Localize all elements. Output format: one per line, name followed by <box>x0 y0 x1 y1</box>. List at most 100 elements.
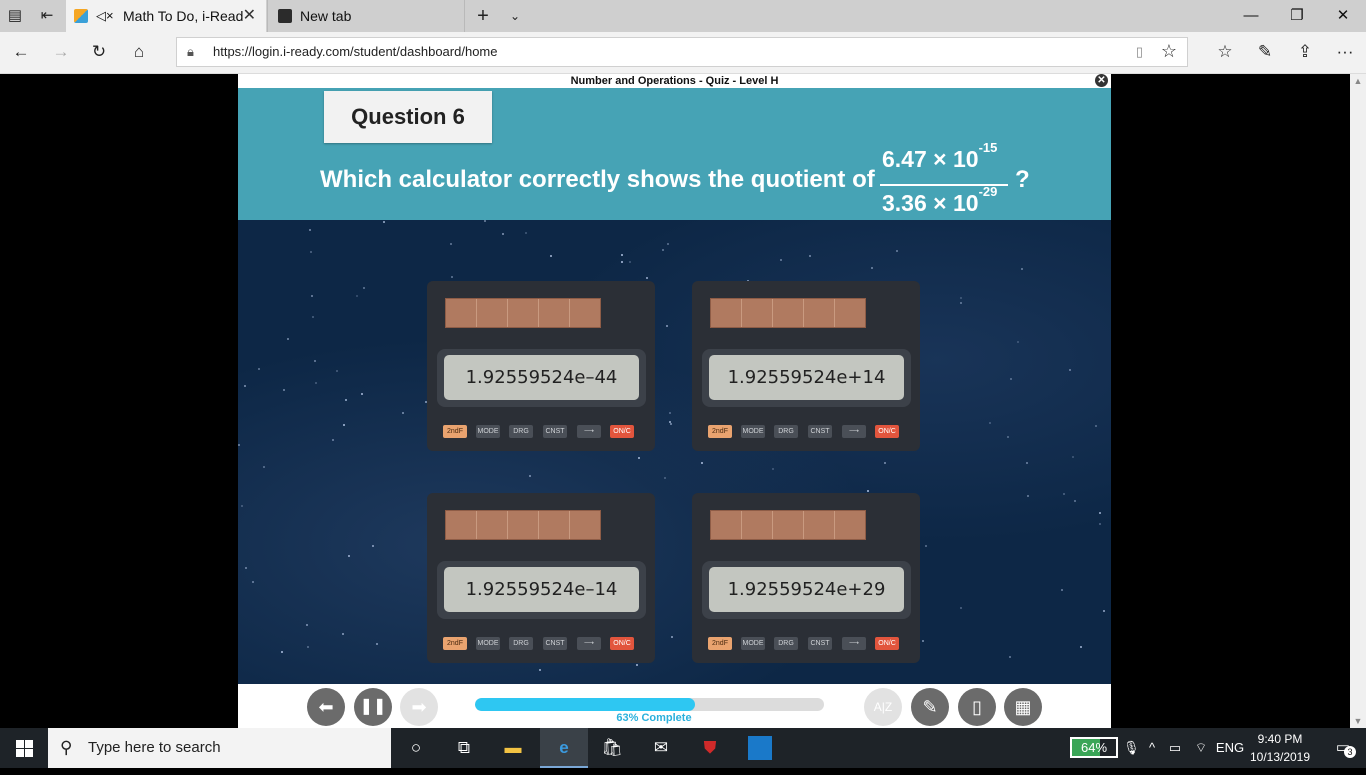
star-dot <box>1009 656 1011 658</box>
star-dot <box>960 302 962 304</box>
close-icon[interactable]: ✕ <box>1320 0 1366 32</box>
tab-actions-icon[interactable]: ▤ <box>4 6 26 26</box>
system-clock[interactable]: 9:40 PM 10/13/2019 <box>1238 730 1322 766</box>
calculator-display: 1.92559524e+14 <box>709 355 904 400</box>
speaker-muted-icon[interactable]: ◁× <box>96 0 114 23</box>
calculator-choice-d[interactable]: 1.92559524e+29 2ndF MODE DRG CNST ⟶ ON/C <box>692 493 920 663</box>
star-dot <box>1069 369 1071 371</box>
key-mode: MODE <box>741 425 765 438</box>
calculator-keys: 2ndF MODE DRG CNST ⟶ ON/C <box>708 637 908 651</box>
restore-icon[interactable]: ❐ <box>1274 0 1320 32</box>
calculator-screen-frame: 1.92559524e–14 <box>437 561 646 619</box>
plus-icon[interactable]: + <box>472 6 494 26</box>
star-dot <box>342 633 344 635</box>
answer-area: 1.92559524e–44 2ndF MODE DRG CNST ⟶ ON/C… <box>238 220 1111 684</box>
set-aside-tabs-icon[interactable]: ⇤ <box>36 6 58 26</box>
calculator-choice-c[interactable]: 1.92559524e–14 2ndF MODE DRG CNST ⟶ ON/C <box>427 493 655 663</box>
chevron-down-icon[interactable]: ⌄ <box>504 6 526 26</box>
iready-favicon-icon <box>74 9 88 23</box>
browser-tab-bar: ▤ ⇤ ◁× Math To Do, i-Read ✕ New tab + ⌄ … <box>0 0 1366 32</box>
quiz-title-text: Number and Operations - Quiz - Level H <box>570 75 779 87</box>
store-icon[interactable]: 🛍︎ <box>588 728 636 768</box>
pause-icon[interactable]: ❚❚ <box>354 688 392 726</box>
chevron-up-icon[interactable]: ^ <box>1143 728 1161 768</box>
star-dot <box>925 545 927 547</box>
file-explorer-icon[interactable]: ▬ <box>489 728 537 768</box>
star-dot <box>1007 436 1009 438</box>
key-drg: DRG <box>774 425 798 438</box>
more-icon[interactable]: ··· <box>1332 40 1358 64</box>
page-scrollbar[interactable]: ▲ ▼ <box>1350 74 1366 728</box>
star-dot <box>525 232 527 234</box>
arrow-left-icon[interactable]: ← <box>8 40 34 64</box>
wifi-icon[interactable]: ⌔ <box>1190 728 1212 768</box>
star-dot <box>1027 495 1029 497</box>
star-dot <box>896 250 898 252</box>
star-dot <box>1021 268 1023 270</box>
glossary-icon[interactable]: A|Z <box>864 688 902 726</box>
calculator-choice-b[interactable]: 1.92559524e+14 2ndF MODE DRG CNST ⟶ ON/C <box>692 281 920 451</box>
page-content: Number and Operations - Quiz - Level H ✕… <box>0 74 1350 728</box>
star-dot <box>638 457 640 459</box>
mcafee-icon[interactable]: ⛊ <box>686 728 734 768</box>
app-icon[interactable] <box>736 728 784 768</box>
scroll-up-icon[interactable]: ▲ <box>1350 76 1366 86</box>
pencil-icon[interactable]: ✎ <box>911 688 949 726</box>
key-on-clear: ON/C <box>610 637 634 650</box>
scroll-down-icon[interactable]: ▼ <box>1350 716 1366 726</box>
star-dot <box>348 555 350 557</box>
star-dot <box>621 261 623 263</box>
star-dot <box>1010 378 1012 380</box>
share-icon[interactable]: ⇪ <box>1292 40 1318 64</box>
windows-start-icon[interactable] <box>0 728 48 768</box>
star-dot <box>1074 500 1076 502</box>
address-bar[interactable]: 🔒︎ https://login.i-ready.com/student/das… <box>176 37 1188 67</box>
cortana-icon[interactable]: ○ <box>392 728 440 768</box>
calculator-icon[interactable]: ▦ <box>1004 688 1042 726</box>
star-dot <box>701 462 703 464</box>
notification-center-icon[interactable]: ▭ 3 <box>1323 728 1363 768</box>
tab-new-tab[interactable]: New tab <box>267 0 465 32</box>
battery-indicator[interactable]: 64% <box>1070 737 1118 758</box>
progress-fill <box>475 698 695 711</box>
refresh-icon[interactable]: ↻ <box>86 40 112 64</box>
home-icon[interactable]: ⌂ <box>126 40 152 64</box>
star-dot <box>669 412 671 414</box>
clock-time: 9:40 PM <box>1257 732 1303 746</box>
arrow-left-icon[interactable]: ⬅ <box>307 688 345 726</box>
star-dot <box>1099 512 1101 514</box>
arrow-right-icon[interactable]: → <box>48 40 74 64</box>
star-dot <box>636 664 638 666</box>
star-icon[interactable]: ☆ <box>1161 41 1177 62</box>
star-dot <box>356 295 358 297</box>
star-dot <box>244 385 246 387</box>
calculator-choice-a[interactable]: 1.92559524e–44 2ndF MODE DRG CNST ⟶ ON/C <box>427 281 655 451</box>
reading-view-icon[interactable]: ▯ <box>1136 44 1143 60</box>
fraction-denominator: 3.36 × 10-29 <box>882 184 997 217</box>
browser-nav-bar: ← → ↻ ⌂ 🔒︎ https://login.i-ready.com/stu… <box>0 32 1366 74</box>
calculator-display: 1.92559524e+29 <box>709 567 904 612</box>
favorites-icon[interactable]: ☆ <box>1212 40 1238 64</box>
task-view-icon[interactable]: ⧉ <box>440 728 488 768</box>
key-arrow: ⟶ <box>842 425 866 438</box>
minimize-icon[interactable]: — <box>1228 0 1274 32</box>
power-icon[interactable]: ▭ <box>1165 728 1185 768</box>
taskbar-search-box[interactable]: ⚲ Type here to search <box>48 728 391 768</box>
arrow-right-icon[interactable]: ➡ <box>400 688 438 726</box>
star-dot <box>450 243 452 245</box>
tab-math-to-do[interactable]: ◁× Math To Do, i-Read ✕ <box>66 0 266 32</box>
pen-icon[interactable]: ✎ <box>1252 40 1278 64</box>
close-quiz-icon[interactable]: ✕ <box>1095 74 1108 87</box>
edge-browser-icon[interactable]: e <box>540 728 588 768</box>
notepad-icon[interactable]: ▯ <box>958 688 996 726</box>
url-text[interactable]: https://login.i-ready.com/student/dashbo… <box>213 38 497 66</box>
star-dot <box>662 249 664 251</box>
close-tab-icon[interactable]: ✕ <box>243 0 256 32</box>
microphone-icon[interactable]: 🎙︎ <box>1123 728 1140 768</box>
star-dot <box>372 545 374 547</box>
star-dot <box>664 477 666 479</box>
solar-panel <box>710 510 866 540</box>
star-dot <box>989 422 991 424</box>
mail-icon[interactable]: ✉ <box>637 728 685 768</box>
question-number: Question 6 <box>324 91 492 143</box>
